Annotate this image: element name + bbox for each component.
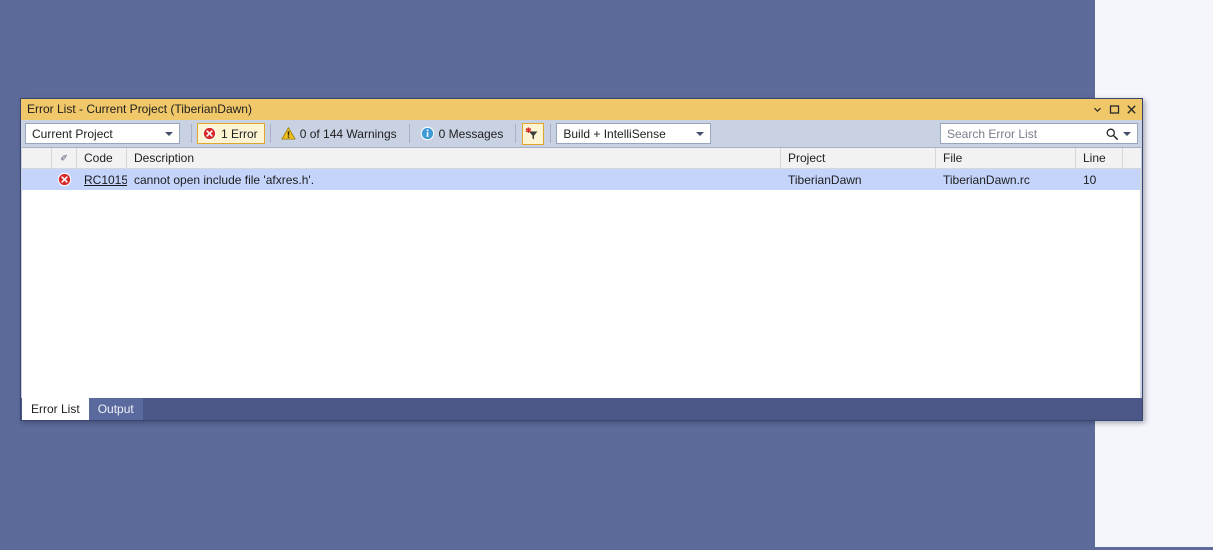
window-menu-dropdown-icon[interactable] <box>1089 101 1106 118</box>
warnings-filter-label: 0 of 144 Warnings <box>300 127 397 141</box>
toolbar-separator <box>515 124 516 143</box>
scope-dropdown[interactable]: Current Project <box>25 123 180 144</box>
clear-filter-button[interactable] <box>522 123 544 145</box>
row-line-cell: 10 <box>1076 169 1123 190</box>
column-header-severity[interactable]: ✐ <box>52 148 77 169</box>
chevron-down-icon[interactable] <box>1123 132 1131 136</box>
toolbar-separator <box>191 124 192 143</box>
error-icon <box>202 126 217 141</box>
row-code-cell[interactable]: RC1015 <box>77 169 127 190</box>
toolbar-separator <box>270 124 271 143</box>
errors-filter-label: 1 Error <box>221 127 258 141</box>
error-list-toolbar: Current Project 1 Error 0 of 144 Warning… <box>21 120 1142 147</box>
warning-icon <box>281 126 296 141</box>
chevron-down-icon <box>696 132 704 136</box>
window-title: Error List - Current Project (TiberianDa… <box>27 99 1089 120</box>
toolbar-separator <box>409 124 410 143</box>
column-header-code[interactable]: Code <box>77 148 127 169</box>
grid-right-edge <box>1140 169 1141 398</box>
column-header-filler <box>1123 148 1141 169</box>
search-input[interactable] <box>947 125 1105 142</box>
column-header-description[interactable]: Description <box>127 148 781 169</box>
error-icon <box>57 172 72 187</box>
tab-output[interactable]: Output <box>89 398 143 420</box>
build-filter-value: Build + IntelliSense <box>563 127 696 141</box>
tab-error-list[interactable]: Error List <box>22 398 89 420</box>
sort-indicator-icon: ✐ <box>60 154 68 163</box>
row-file-cell: TiberianDawn.rc <box>936 169 1076 190</box>
column-header-line[interactable]: Line <box>1076 148 1123 169</box>
row-spacer <box>22 169 52 190</box>
row-severity-cell <box>52 169 77 190</box>
grid-header-row: ✐ Code Description Project File Line <box>22 148 1141 169</box>
warnings-filter-toggle[interactable]: 0 of 144 Warnings <box>276 123 404 144</box>
messages-filter-label: 0 Messages <box>439 127 504 141</box>
row-description-cell: cannot open include file 'afxres.h'. <box>127 169 781 190</box>
error-code-link[interactable]: RC1015 <box>84 173 127 187</box>
column-header-file[interactable]: File <box>936 148 1076 169</box>
column-header-spacer <box>22 148 52 169</box>
errors-filter-toggle[interactable]: 1 Error <box>197 123 265 144</box>
column-header-project[interactable]: Project <box>781 148 936 169</box>
close-icon[interactable] <box>1123 101 1140 118</box>
row-filler-cell <box>1123 169 1141 190</box>
grid-body: RC1015 cannot open include file 'afxres.… <box>22 169 1141 398</box>
chevron-down-icon <box>165 132 173 136</box>
table-row[interactable]: RC1015 cannot open include file 'afxres.… <box>22 169 1141 190</box>
clear-filter-funnel-icon <box>525 126 541 142</box>
search-box[interactable] <box>940 123 1138 144</box>
messages-filter-toggle[interactable]: 0 Messages <box>415 123 511 144</box>
error-list-grid: ✐ Code Description Project File Line RC1… <box>22 147 1141 398</box>
row-project-cell: TiberianDawn <box>781 169 936 190</box>
search-icon[interactable] <box>1105 127 1119 141</box>
maximize-icon[interactable] <box>1106 101 1123 118</box>
scope-dropdown-value: Current Project <box>32 127 165 141</box>
window-tabstrip: Error List Output <box>21 398 1142 420</box>
window-titlebar[interactable]: Error List - Current Project (TiberianDa… <box>21 99 1142 120</box>
error-list-window: Error List - Current Project (TiberianDa… <box>20 98 1143 421</box>
build-filter-dropdown[interactable]: Build + IntelliSense <box>556 123 711 144</box>
toolbar-separator <box>550 124 551 143</box>
info-icon <box>420 126 435 141</box>
